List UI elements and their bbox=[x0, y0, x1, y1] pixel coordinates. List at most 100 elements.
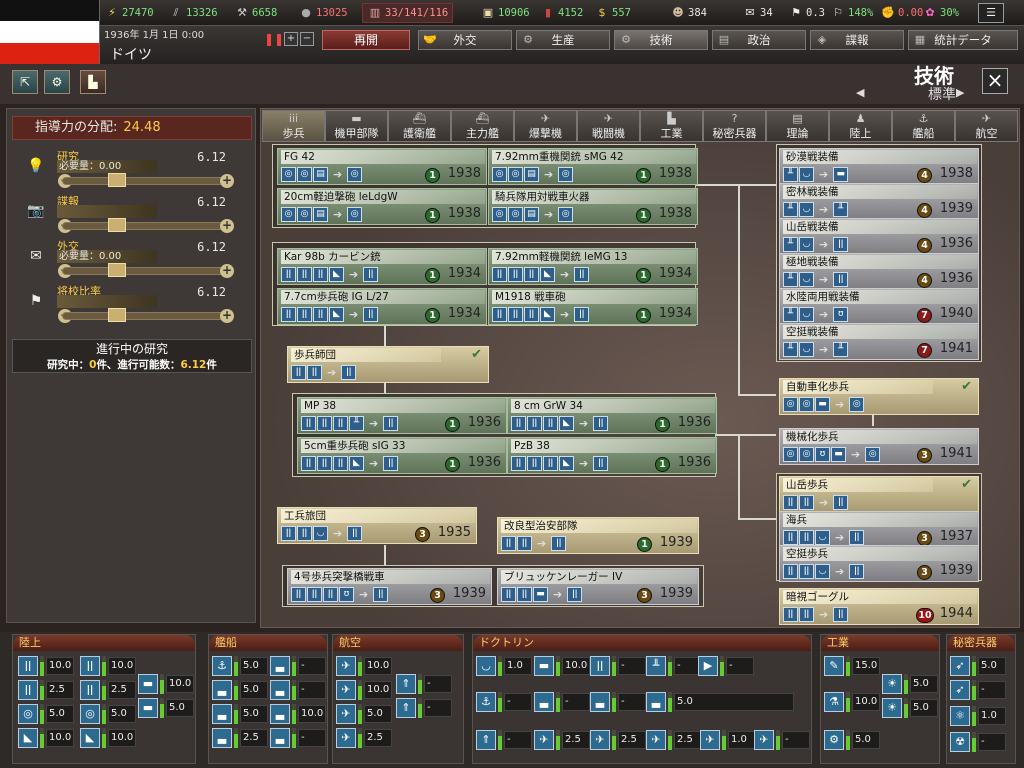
tech-card-mechanized-infantry[interactable]: 機械化歩兵 ◎ ◎ ʊ ▬ ➔ ◎ 3 1941 bbox=[779, 428, 979, 465]
land-item[interactable]: ◣ 10.0 bbox=[18, 728, 74, 748]
tab-infantry[interactable]: ı̇ı̇ı̇ 歩兵 bbox=[262, 110, 325, 142]
doctrine-item[interactable]: ⚓ - bbox=[476, 692, 532, 712]
tech-card-brueckenleger[interactable]: ブリュッケンレーガー IV ǀǀ ǀǀ ▬ ➔ ǀǀ 3 1939 bbox=[497, 568, 699, 605]
close-button[interactable]: × bbox=[982, 68, 1008, 94]
tech-card-sig33[interactable]: 5cm重歩兵砲 sIG 33 ǀǀ ǀǀ ǀǀ ◣ ➔ ǀǀ 1 1936 bbox=[297, 437, 507, 474]
slider-handle[interactable] bbox=[108, 218, 126, 232]
doctrine-item[interactable]: ▶ - bbox=[698, 656, 754, 676]
tab-diplomacy[interactable]: 🤝 外交 bbox=[418, 30, 512, 50]
tab-statistics[interactable]: ▦ 統計データ bbox=[908, 30, 1018, 50]
prev-arrow-icon[interactable]: ◀ bbox=[856, 86, 864, 99]
naval-item[interactable]: ⚓ 5.0 bbox=[212, 656, 268, 676]
naval-item[interactable]: ▃ 5.0 bbox=[212, 704, 268, 724]
tab-secret[interactable]: ? 秘密兵器 bbox=[703, 110, 766, 142]
tech-card-amphibious-gear[interactable]: 水陸両用戦装備 ╨ ◡ ➔ ʊ 7 1940 bbox=[779, 288, 979, 325]
resource-diplomacy[interactable]: ✉ 34 bbox=[742, 3, 772, 23]
secret-item[interactable]: ☢ - bbox=[950, 732, 1006, 752]
air-item[interactable]: ✈ 5.0 bbox=[336, 704, 392, 724]
naval-item[interactable]: ▃ 5.0 bbox=[212, 680, 268, 700]
tab-escort[interactable]: ⛴ 護衛艦 bbox=[388, 110, 451, 142]
tab-naval-doctrine[interactable]: ⚓ 艦船 bbox=[892, 110, 955, 142]
tech-card-mountain-infantry[interactable]: 山岳歩兵 ✔ ǀǀ ǀǀ ➔ ǀǀ bbox=[779, 476, 979, 513]
slider-track[interactable] bbox=[62, 312, 230, 320]
air-item[interactable]: ✈ 2.5 bbox=[336, 728, 392, 748]
tech-card-leldgw[interactable]: 20cm軽迫撃砲 leLdgW ◎ ◎ ▤ ➔ ◎ 1 1938 bbox=[277, 188, 487, 225]
tech-card-arctic-gear[interactable]: 極地戦装備 ╨ ◡ ➔ ǀǀ 4 1936 bbox=[779, 253, 979, 290]
slider-track[interactable] bbox=[62, 222, 230, 230]
land-item[interactable]: ǀǀ 2.5 bbox=[18, 680, 74, 700]
tech-card-pz4-bridge[interactable]: 4号歩兵突撃橋戦車 ǀǀ ǀǀ ǀǀ ʊ ➔ ǀǀ 3 1939 bbox=[287, 568, 492, 605]
slider-track[interactable] bbox=[62, 177, 230, 185]
doctrine-item[interactable]: ▃ - bbox=[590, 692, 646, 712]
tech-card-marines[interactable]: 海兵 ǀǀ ǀǀ ◡ ➔ ǀǀ 3 1937 bbox=[779, 511, 979, 548]
resume-button[interactable]: 再開 bbox=[322, 30, 410, 50]
tech-card-desert-gear[interactable]: 砂漠戦装備 ╨ ◡ ➔ ▬ 4 1938 bbox=[779, 148, 979, 185]
land-item[interactable]: ǀǀ 10.0 bbox=[80, 656, 136, 676]
doctrine-item[interactable]: ✈ 2.5 bbox=[534, 730, 590, 750]
resource-dissent[interactable]: ⚑ 0.3 bbox=[788, 3, 825, 23]
tab-intelligence[interactable]: ◈ 諜報 bbox=[810, 30, 904, 50]
country-flag[interactable] bbox=[0, 0, 100, 64]
industry-item[interactable]: ⚙ 5.0 bbox=[824, 730, 880, 750]
industry-item[interactable]: ☀ 5.0 bbox=[882, 698, 938, 718]
tech-card-infantry-division[interactable]: 歩兵師団 ✔ ǀǀ ǀǀ ➔ ǀǀ bbox=[287, 346, 489, 383]
tab-production[interactable]: ⚙ 生産 bbox=[516, 30, 610, 50]
naval-item[interactable]: ▃ - bbox=[270, 656, 326, 676]
industry-item[interactable]: ⚗ 10.0 bbox=[824, 692, 880, 712]
resource-rare-materials[interactable]: ⚒ 6658 bbox=[234, 3, 277, 23]
slider-track[interactable] bbox=[62, 267, 230, 275]
tab-capital[interactable]: ⛴ 主力艦 bbox=[451, 110, 514, 142]
doctrine-item[interactable]: ▬ 10.0 bbox=[534, 656, 590, 676]
menu-icon[interactable]: ☰ bbox=[978, 3, 1004, 23]
tab-technology[interactable]: ⚙ 技術 bbox=[614, 30, 708, 50]
doctrine-item[interactable]: ✈ - bbox=[754, 730, 810, 750]
naval-item[interactable]: ▃ 10.0 bbox=[270, 704, 326, 724]
tab-air-doctrine[interactable]: ✈ 航空 bbox=[955, 110, 1018, 142]
land-item[interactable]: ◣ 10.0 bbox=[80, 728, 136, 748]
land-item[interactable]: ǀǀ 10.0 bbox=[18, 656, 74, 676]
tab-fighter[interactable]: ✈ 戦闘機 bbox=[577, 110, 640, 142]
secret-item[interactable]: ➶ - bbox=[950, 680, 1006, 700]
tech-card-engineer-brigade[interactable]: 工兵旅団 ǀǀ ǀǀ ◡ ➔ ǀǀ 3 1935 bbox=[277, 507, 477, 544]
tech-card-ig-l27[interactable]: 7.7cm歩兵砲 IG L/27 ǀǀ ǀǀ ǀǀ ◣ ➔ ǀǀ 1 1934 bbox=[277, 288, 487, 325]
doctrine-item[interactable]: ✈ 1.0 bbox=[700, 730, 756, 750]
naval-item[interactable]: ▃ - bbox=[270, 680, 326, 700]
speed-up-button[interactable]: + bbox=[284, 32, 298, 46]
resource-money[interactable]: $557 bbox=[594, 3, 631, 23]
doctrine-item[interactable]: ✈ 2.5 bbox=[590, 730, 646, 750]
land-item[interactable]: ǀǀ 2.5 bbox=[80, 680, 136, 700]
secret-item[interactable]: ⚛ 1.0 bbox=[950, 706, 1006, 726]
resource-manpower[interactable]: ☻ 384 bbox=[670, 3, 707, 23]
increase-button[interactable]: + bbox=[220, 174, 234, 188]
tech-card-lemg13[interactable]: 7.92mm軽機関銃 leMG 13 ǀǀ ǀǀ ǀǀ ◣ ➔ ǀǀ 1 1934 bbox=[488, 248, 698, 285]
tab-theory[interactable]: ▤ 理論 bbox=[766, 110, 829, 142]
industry-item[interactable]: ☀ 5.0 bbox=[882, 674, 938, 694]
resource-ic[interactable]: ▥ 33/141/116 bbox=[362, 3, 454, 23]
resource-energy[interactable]: ⚡ 27470 bbox=[104, 3, 153, 23]
resource-unity[interactable]: ⚐ 148% bbox=[830, 3, 873, 23]
tech-card-mp38[interactable]: MP 38 ǀǀ ǀǀ ǀǀ ╨ ➔ ǀǀ 1 1936 bbox=[297, 397, 507, 434]
tab-bomber[interactable]: ✈ 爆撃機 bbox=[514, 110, 577, 142]
naval-item[interactable]: ▃ - bbox=[270, 728, 326, 748]
settings-icon[interactable]: ⚙ bbox=[44, 70, 70, 94]
tab-industry[interactable]: ▙ 工業 bbox=[640, 110, 703, 142]
slider-handle[interactable] bbox=[108, 263, 126, 277]
tech-card-kar98b[interactable]: Kar 98b カービン銃 ǀǀ ǀǀ ǀǀ ◣ ➔ ǀǀ 1 1934 bbox=[277, 248, 487, 285]
tab-armor[interactable]: ▬ 機甲部隊 bbox=[325, 110, 388, 142]
doctrine-item[interactable]: ǀǀ - bbox=[590, 656, 646, 676]
doctrine-item[interactable]: ✈ 2.5 bbox=[646, 730, 702, 750]
increase-button[interactable]: + bbox=[220, 309, 234, 323]
resource-threat[interactable]: ✿ 30% bbox=[922, 3, 959, 23]
air-item[interactable]: ⇑ - bbox=[396, 698, 452, 718]
land-item[interactable]: ▬ 10.0 bbox=[138, 674, 194, 694]
tab-land-doctrine[interactable]: ♟ 陸上 bbox=[829, 110, 892, 142]
doctrine-item[interactable]: ╨ - bbox=[646, 656, 702, 676]
tech-card-security-force[interactable]: 改良型治安部隊 ǀǀ ǀǀ ➔ ǀǀ 1 1939 bbox=[497, 517, 699, 554]
tech-card-grw34[interactable]: 8 cm GrW 34 ǀǀ ǀǀ ǀǀ ◣ ➔ ǀǀ 1 1936 bbox=[507, 397, 717, 434]
tech-card-night-vision[interactable]: 暗視ゴーグル ǀǀ ǀǀ ➔ ǀǀ 10 1944 bbox=[779, 588, 979, 625]
tab-politics[interactable]: ▤ 政治 bbox=[712, 30, 806, 50]
land-item[interactable]: ◎ 5.0 bbox=[80, 704, 136, 724]
pause-icon[interactable]: ❚❚ bbox=[264, 32, 284, 46]
increase-button[interactable]: + bbox=[220, 264, 234, 278]
factory-icon[interactable]: ▙ bbox=[80, 70, 106, 94]
